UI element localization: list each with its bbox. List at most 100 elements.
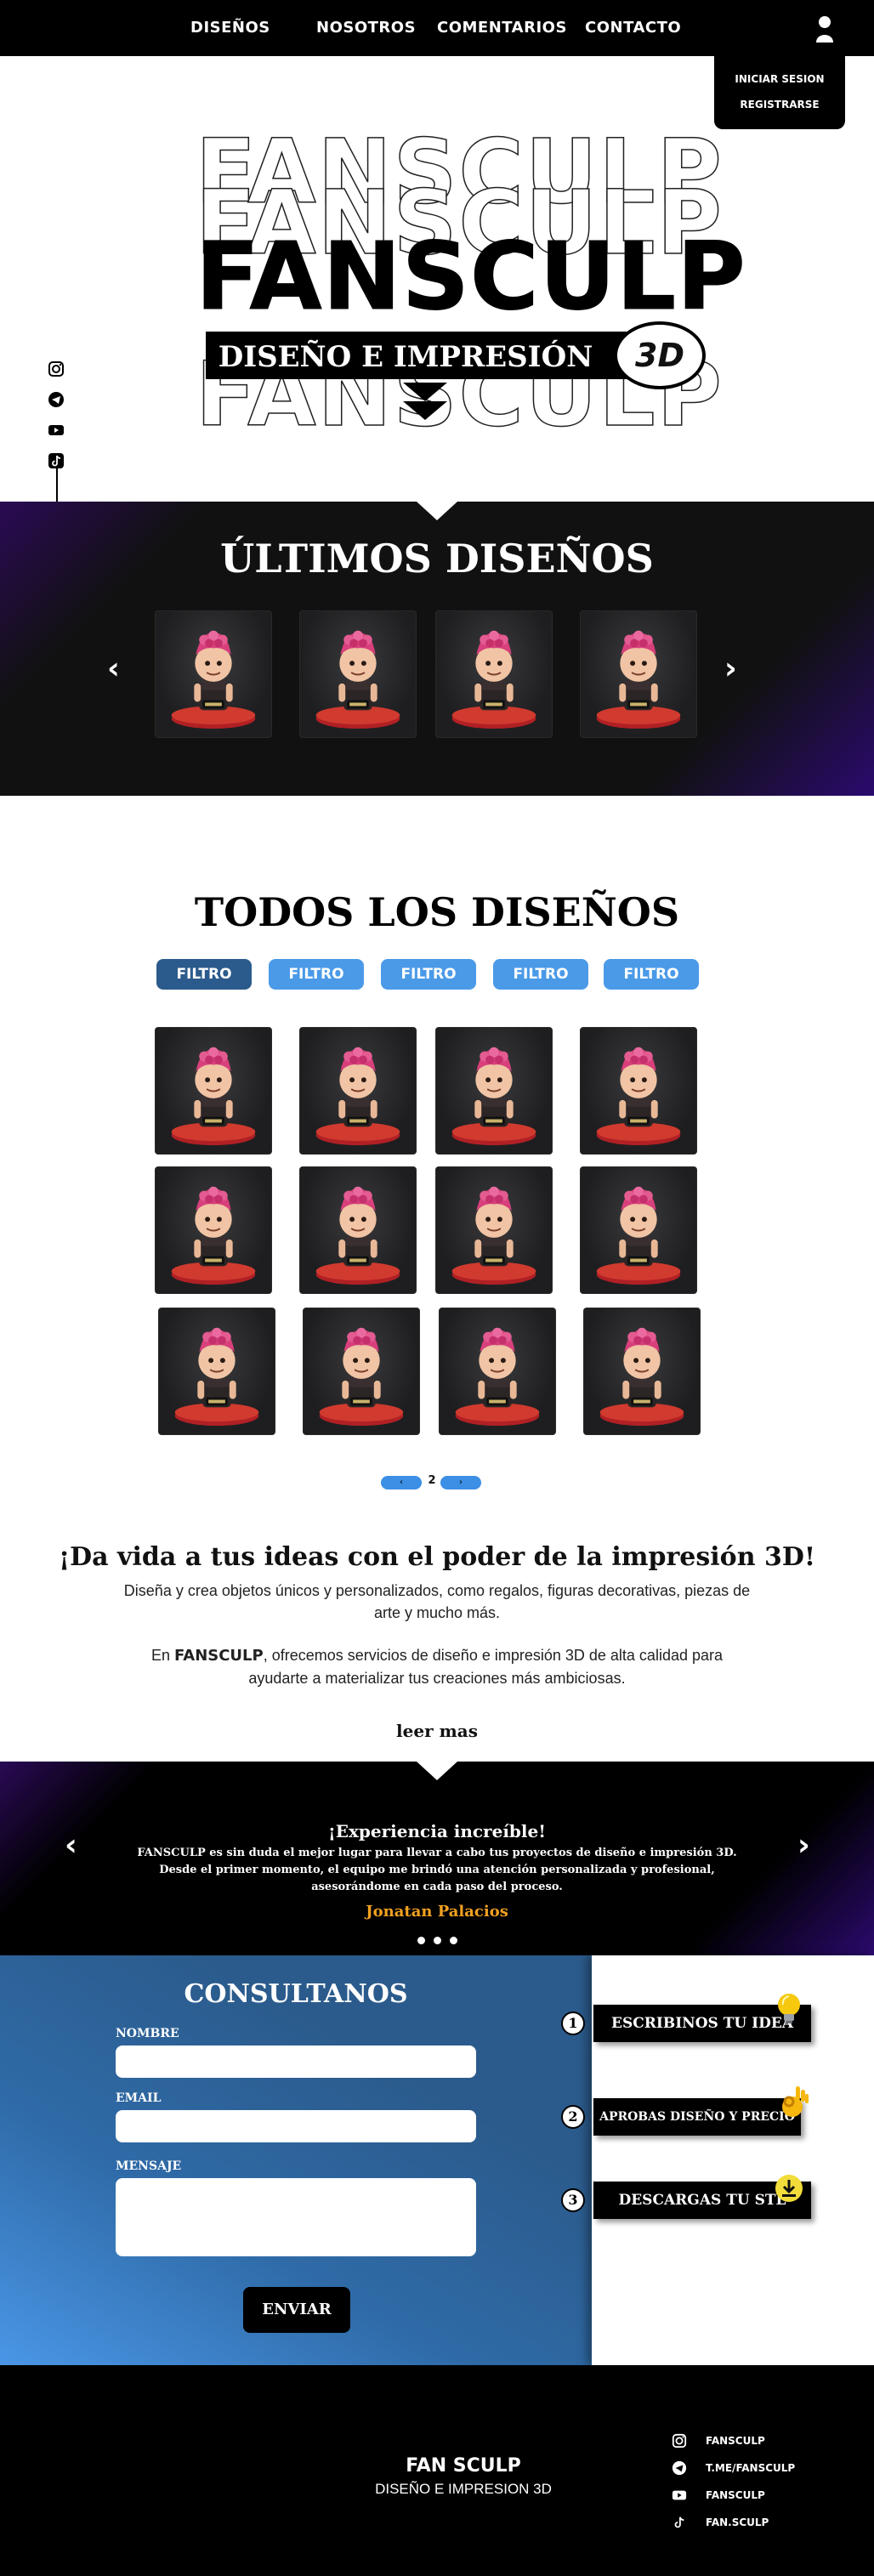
design-thumbnail[interactable] bbox=[435, 1166, 553, 1294]
promo-brand: FANSCULP bbox=[174, 1647, 264, 1665]
design-thumbnail[interactable] bbox=[299, 1166, 417, 1294]
figurine-image bbox=[596, 630, 681, 729]
filter-button[interactable]: FILTRO bbox=[269, 959, 364, 990]
nav-item-comentarios[interactable]: COMENTARIOS bbox=[437, 19, 567, 37]
carousel-prev-button[interactable]: ‹ bbox=[107, 651, 120, 686]
figurine-image bbox=[599, 1327, 684, 1427]
section-notch bbox=[417, 1762, 457, 1780]
figurine-image bbox=[315, 630, 400, 729]
user-icon[interactable] bbox=[814, 15, 835, 43]
figurine-image bbox=[455, 1327, 540, 1427]
design-thumbnail[interactable] bbox=[299, 1027, 417, 1155]
lightbulb-icon bbox=[778, 1994, 800, 2023]
carousel-next-button[interactable]: › bbox=[724, 651, 737, 686]
nav-item-contacto[interactable]: CONTACTO bbox=[585, 19, 681, 37]
instagram-icon bbox=[672, 2433, 687, 2448]
youtube-icon[interactable] bbox=[48, 422, 65, 439]
telegram-icon[interactable] bbox=[48, 391, 65, 408]
design-thumbnail[interactable] bbox=[155, 610, 272, 738]
footer-subtitle: DISEÑO E IMPRESION 3D bbox=[375, 2481, 552, 2497]
figurine-image bbox=[171, 630, 256, 729]
social-divider-line bbox=[56, 466, 58, 507]
name-field[interactable] bbox=[116, 2045, 476, 2078]
pagination-prev-button[interactable]: ‹ bbox=[381, 1476, 422, 1489]
download-icon bbox=[775, 2175, 803, 2202]
figurine-image bbox=[315, 1047, 400, 1146]
design-thumbnail[interactable] bbox=[435, 610, 553, 738]
step-number: 3 bbox=[561, 2188, 585, 2212]
promo-paragraph: En FANSCULP, ofrecemos servicios de dise… bbox=[151, 1647, 723, 1687]
step-label: APROBAS DISEÑO Y PRECIO bbox=[593, 2098, 801, 2136]
telegram-icon bbox=[672, 2460, 687, 2476]
figurine-image bbox=[451, 630, 536, 729]
section-notch bbox=[417, 502, 457, 520]
chevron-down-icon bbox=[403, 401, 447, 420]
design-thumbnail[interactable] bbox=[583, 1308, 701, 1435]
logo-tagline: DISEÑO E IMPRESIÓN bbox=[218, 340, 593, 374]
email-field[interactable] bbox=[116, 2110, 476, 2142]
carousel-dots bbox=[411, 1932, 463, 1948]
design-thumbnail[interactable] bbox=[580, 610, 697, 738]
design-thumbnail[interactable] bbox=[155, 1027, 272, 1155]
latest-designs-title: ÚLTIMOS DISEÑOS bbox=[220, 536, 654, 582]
figurine-image bbox=[596, 1047, 681, 1146]
ok-hand-icon bbox=[782, 2086, 809, 2117]
pagination-next-button[interactable]: › bbox=[440, 1476, 481, 1489]
read-more-link[interactable]: leer mas bbox=[0, 1721, 874, 1741]
login-menu-item[interactable]: INICIAR SESION bbox=[714, 73, 845, 85]
design-thumbnail[interactable] bbox=[303, 1308, 420, 1435]
footer-link-label: FAN.SCULP bbox=[706, 2516, 769, 2528]
instagram-icon[interactable] bbox=[48, 360, 65, 377]
filter-button[interactable]: FILTRO bbox=[493, 959, 588, 990]
testimonial-title: ¡Experiencia increíble! bbox=[327, 1821, 546, 1841]
figurine-image bbox=[596, 1186, 681, 1285]
filter-button[interactable]: FILTRO bbox=[604, 959, 699, 990]
design-thumbnail[interactable] bbox=[158, 1308, 275, 1435]
figurine-image bbox=[174, 1327, 259, 1427]
testimonial-author: Jonatan Palacios bbox=[366, 1903, 508, 1921]
footer: FAN SCULP DISEÑO E IMPRESION 3D FANSCULP… bbox=[0, 2365, 874, 2576]
message-label: MENSAJE bbox=[116, 2159, 182, 2173]
design-thumbnail[interactable] bbox=[299, 610, 417, 738]
user-dropdown-menu: INICIAR SESION REGISTRARSE bbox=[714, 56, 845, 129]
figurine-image bbox=[319, 1327, 404, 1427]
carousel-dot[interactable] bbox=[433, 1937, 441, 1944]
hero-social-links bbox=[48, 360, 68, 483]
design-thumbnail[interactable] bbox=[580, 1166, 697, 1294]
contact-title: CONSULTANOS bbox=[184, 1979, 408, 2009]
top-navbar: DISEÑOS NOSOTROS COMENTARIOS CONTACTO bbox=[0, 0, 874, 56]
filter-button[interactable]: FILTRO bbox=[381, 959, 476, 990]
design-thumbnail[interactable] bbox=[155, 1166, 272, 1294]
name-label: NOMBRE bbox=[116, 2027, 179, 2040]
nav-item-nosotros[interactable]: NOSOTROS bbox=[316, 19, 416, 37]
pagination-current-page: 2 bbox=[428, 1474, 436, 1487]
email-label: EMAIL bbox=[116, 2091, 162, 2105]
figurine-image bbox=[171, 1047, 256, 1146]
logo-main-text: FANSCULP bbox=[196, 222, 746, 331]
carousel-dot[interactable] bbox=[449, 1937, 457, 1944]
send-button[interactable]: ENVIAR bbox=[243, 2287, 350, 2333]
step-number: 1 bbox=[561, 2011, 585, 2035]
figurine-image bbox=[315, 1186, 400, 1285]
figurine-image bbox=[451, 1186, 536, 1285]
nav-item-disenos[interactable]: DISEÑOS bbox=[190, 19, 270, 37]
message-field[interactable] bbox=[116, 2178, 476, 2256]
design-thumbnail[interactable] bbox=[439, 1308, 556, 1435]
logo-3d-badge: 3D bbox=[614, 321, 706, 389]
steps-panel: 1 ESCRIBINOS TU IDEA 2 APROBAS DISEÑO Y … bbox=[561, 1955, 874, 2365]
register-menu-item[interactable]: REGISTRARSE bbox=[714, 99, 845, 111]
latest-designs-section: ÚLTIMOS DISEÑOS ‹ › bbox=[0, 502, 874, 796]
youtube-icon bbox=[672, 2490, 687, 2500]
hero-logo: FANSCULP FANSCULP FANSCULP FANSCULP DISE… bbox=[195, 127, 746, 451]
footer-link-label: FANSCULP bbox=[706, 2435, 765, 2447]
contact-form-panel: CONSULTANOS NOMBRE EMAIL MENSAJE ENVIAR bbox=[0, 1955, 592, 2365]
design-thumbnail[interactable] bbox=[435, 1027, 553, 1155]
figurine-image bbox=[171, 1186, 256, 1285]
carousel-dot[interactable] bbox=[417, 1937, 425, 1944]
filter-button[interactable]: FILTRO bbox=[156, 959, 252, 990]
footer-link-label: T.ME/FANSCULP bbox=[706, 2462, 796, 2474]
promo-heading: ¡Da vida a tus ideas con el poder de la … bbox=[58, 1542, 816, 1572]
design-thumbnail[interactable] bbox=[580, 1027, 697, 1155]
all-designs-title: TODOS LOS DISEÑOS bbox=[194, 889, 680, 935]
footer-link-label: FANSCULP bbox=[706, 2489, 765, 2501]
